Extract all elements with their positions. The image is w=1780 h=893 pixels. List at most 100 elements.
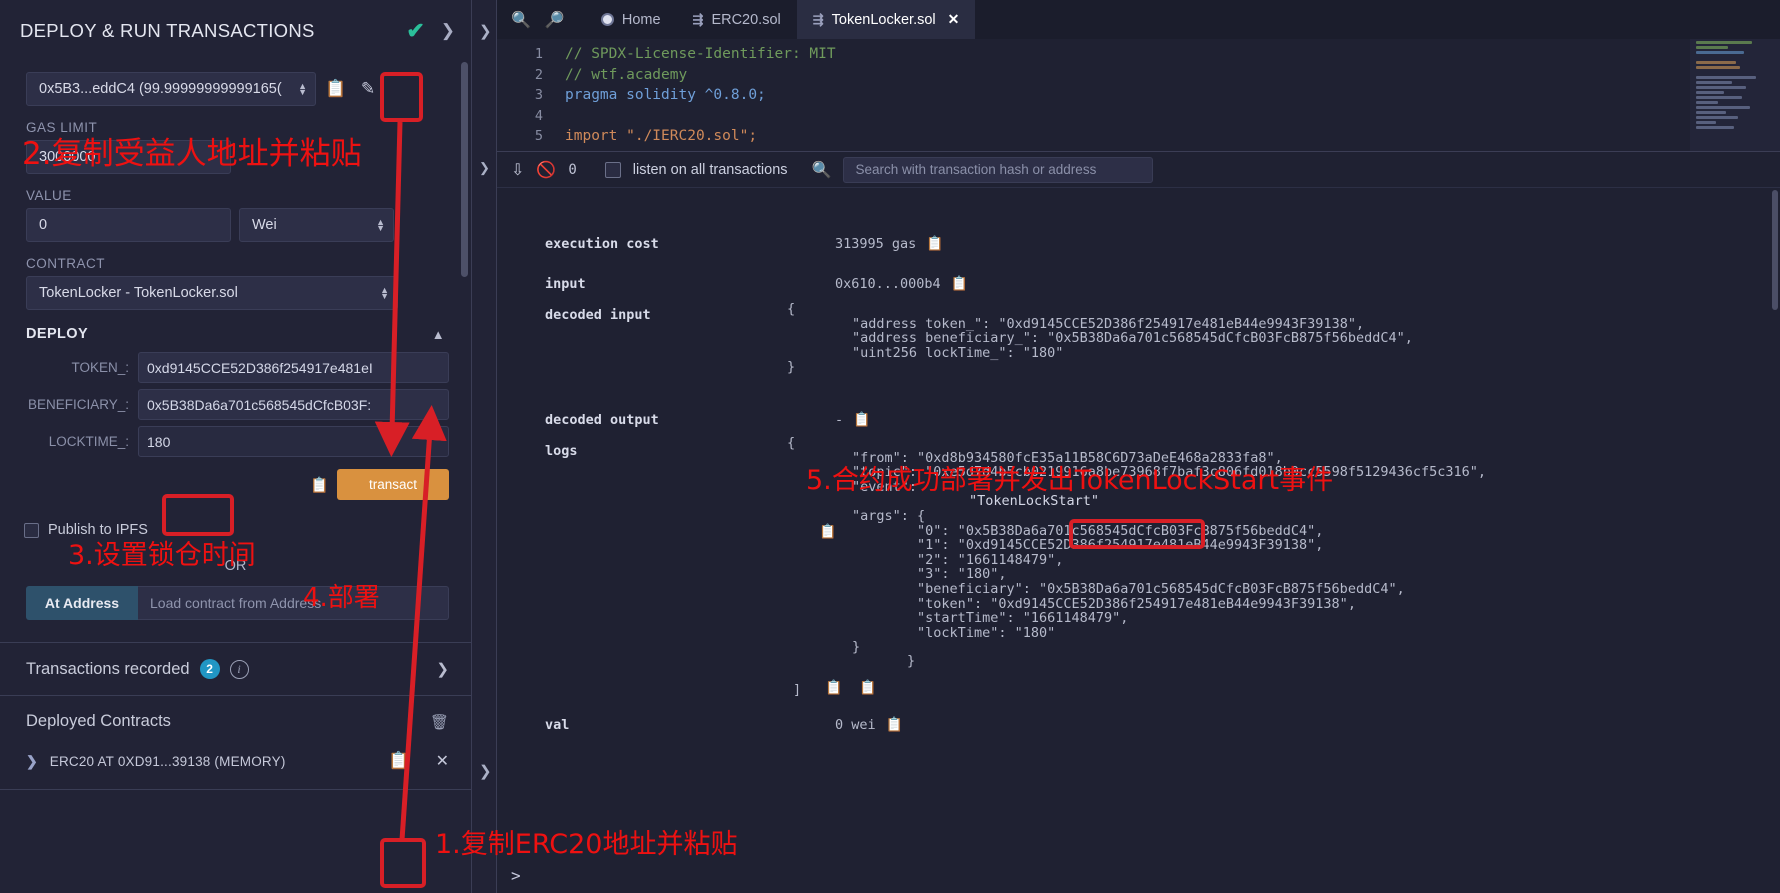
logs-json-head: { "from": "0xd8b934580fcE35a11B58C6D73aD…	[787, 435, 1486, 495]
value-amount: 0	[39, 217, 48, 233]
or-divider-label: OR	[224, 558, 247, 574]
chevron-updown-icon[interactable]: ▲ ▼	[292, 82, 307, 97]
scrollbar[interactable]	[461, 62, 468, 277]
listen-all-transactions-checkbox[interactable]	[604, 161, 621, 178]
code-text: pragma solidity ^0.8.0;	[565, 87, 766, 104]
value-row: 0 Wei ▲ ▼	[0, 208, 471, 242]
deploy-section-header[interactable]: DEPLOY ▲	[26, 326, 445, 342]
editor-area: ❯ ❯ ❯ 🔍 🔎 Home ⇶ ERC20.sol ⇶ TokenLocker…	[472, 0, 1780, 893]
copy-icon[interactable]: 📋	[388, 751, 409, 771]
code-editor[interactable]: 1 // SPDX-License-Identifier: MIT 2 // w…	[497, 39, 1780, 151]
transactions-recorded-label: Transactions recorded	[26, 659, 190, 678]
solidity-icon: ⇶	[692, 11, 704, 27]
at-address-input[interactable]: Load contract from Address	[138, 586, 449, 620]
zoom-in-icon[interactable]: 🔎	[545, 10, 565, 30]
gas-limit-value: 3000000	[39, 149, 96, 165]
chevrons-down-icon[interactable]: ⇩	[511, 160, 524, 180]
value-input[interactable]: 0	[26, 208, 231, 242]
table-row: input 0x610...000b4 📋	[545, 276, 968, 292]
copy-icon[interactable]: 📋	[886, 717, 903, 733]
at-address-button[interactable]: At Address	[26, 586, 138, 620]
chevron-updown-icon[interactable]: ▲ ▼	[374, 286, 389, 301]
close-icon[interactable]: ✕	[436, 751, 449, 771]
tab-erc20[interactable]: ⇶ ERC20.sol	[677, 0, 797, 39]
transactions-recorded-row[interactable]: Transactions recorded 2 i ❯	[0, 643, 471, 695]
value-unit: Wei	[252, 217, 277, 233]
publish-ipfs-checkbox[interactable]	[24, 522, 39, 538]
contract-select[interactable]: TokenLocker - TokenLocker.sol ▲ ▼	[26, 276, 398, 310]
row-value: 0x610...000b4	[835, 276, 941, 292]
value-unit-select[interactable]: Wei ▲ ▼	[239, 208, 394, 242]
chevron-right-icon[interactable]: ❯	[479, 22, 492, 40]
close-icon[interactable]: ✕	[948, 11, 960, 28]
editor-minimap[interactable]	[1690, 39, 1780, 154]
token-input[interactable]: 0xd9145CCE52D386f254917e481eI	[138, 352, 449, 383]
table-row: execution cost 313995 gas 📋	[545, 236, 944, 252]
tab-label: TokenLocker.sol	[831, 11, 936, 28]
ban-icon[interactable]: 🚫	[536, 160, 556, 180]
status-badge: 2	[199, 659, 220, 679]
terminal-panel: ⇩ 🚫 0 listen on all transactions 🔍 Searc…	[497, 151, 1780, 893]
logs-json-args: "args": { "0": "0x5B38Da6a701c568545dCfc…	[852, 508, 1405, 656]
account-value: 0x5B3...eddC4 (99.99999999999165(	[39, 81, 282, 97]
copy-icon[interactable]: 📋	[853, 412, 870, 428]
tab-home[interactable]: Home	[585, 0, 677, 39]
code-line: 1 // SPDX-License-Identifier: MIT	[497, 44, 1780, 65]
logs-json-bracket: ]	[793, 682, 802, 698]
chevron-up-icon[interactable]: ▲	[432, 327, 445, 342]
chevron-right-icon[interactable]: ❯	[479, 762, 492, 780]
value-label: VALUE	[26, 188, 72, 203]
trash-icon[interactable]: 🗑	[430, 713, 449, 731]
account-select[interactable]: 0x5B3...eddC4 (99.99999999999165( ▲ ▼	[26, 72, 316, 106]
gas-limit-input[interactable]: 3000000	[26, 140, 231, 174]
row-value: 313995 gas	[835, 236, 917, 252]
copy-icon[interactable]: 📋	[324, 77, 348, 101]
chevron-down-icon[interactable]: ❯	[479, 160, 490, 176]
chevron-updown-icon[interactable]: ▲ ▼	[370, 218, 385, 233]
logs-event-value: "TokenLockStart"	[969, 493, 1100, 509]
deployed-contracts-label: Deployed Contracts	[26, 712, 171, 730]
zoom-out-icon[interactable]: 🔍	[511, 10, 531, 30]
terminal-output: execution cost 313995 gas 📋 input 0x610.…	[497, 188, 1780, 893]
beneficiary-label: BENEFICIARY_:	[27, 397, 129, 412]
line-number: 5	[534, 128, 543, 145]
info-icon[interactable]: i	[229, 659, 249, 679]
deployed-contracts-header: Deployed Contracts 🗑	[0, 696, 471, 743]
publish-ipfs-row[interactable]: Publish to IPFS	[24, 522, 471, 538]
copy-icon[interactable]: 📋	[310, 476, 329, 494]
deployed-contract-name: ERC20 AT 0XD91...39138 (MEMORY)	[49, 753, 286, 769]
code-text: import "./IERC20.sol";	[565, 128, 758, 145]
code-line: 5 import "./IERC20.sol";	[497, 126, 1780, 147]
tab-tokenlocker[interactable]: ⇶ TokenLocker.sol ✕	[796, 0, 976, 39]
divider	[0, 789, 471, 790]
line-number: 2	[534, 66, 543, 83]
copy-icon[interactable]: 📋	[859, 680, 876, 696]
chevron-right-icon[interactable]: ❯	[436, 660, 449, 678]
beneficiary-input[interactable]: 0x5B38Da6a701c568545dCfcB03F:	[138, 389, 449, 420]
transact-button[interactable]: transact	[337, 469, 449, 500]
scrollbar[interactable]	[1772, 190, 1778, 310]
copy-icon[interactable]: 📋	[825, 680, 842, 696]
copy-icon[interactable]: 📋	[951, 276, 968, 292]
row-key: execution cost	[545, 236, 659, 252]
row-value: 0 wei	[835, 717, 876, 733]
terminal-prompt[interactable]: >	[511, 866, 521, 885]
tab-label: Home	[621, 11, 661, 28]
row-value: -	[835, 412, 844, 428]
search-input[interactable]: Search with transaction hash or address	[843, 156, 1154, 183]
copy-icon[interactable]: 📋	[926, 236, 943, 252]
code-line: 3 pragma solidity ^0.8.0;	[497, 85, 1780, 106]
code-line: 4	[497, 106, 1780, 127]
transact-row: 📋 transact	[26, 469, 449, 500]
contract-value: TokenLocker - TokenLocker.sol	[39, 285, 238, 301]
token-label: TOKEN_:	[71, 360, 129, 375]
edit-icon[interactable]: ✎	[356, 77, 380, 101]
search-icon[interactable]: 🔍	[812, 160, 832, 180]
locktime-label: LOCKTIME_:	[48, 434, 129, 449]
panel-expand-icon[interactable]: ❯	[441, 21, 455, 41]
locktime-input[interactable]: 180	[138, 426, 449, 457]
terminal-toolbar: ⇩ 🚫 0 listen on all transactions 🔍 Searc…	[497, 152, 1780, 188]
list-item[interactable]: ❯ ERC20 AT 0XD91...39138 (MEMORY) 📋 ✕	[0, 743, 471, 779]
chevron-right-icon[interactable]: ❯	[26, 753, 38, 770]
line-number: 3	[534, 87, 543, 104]
